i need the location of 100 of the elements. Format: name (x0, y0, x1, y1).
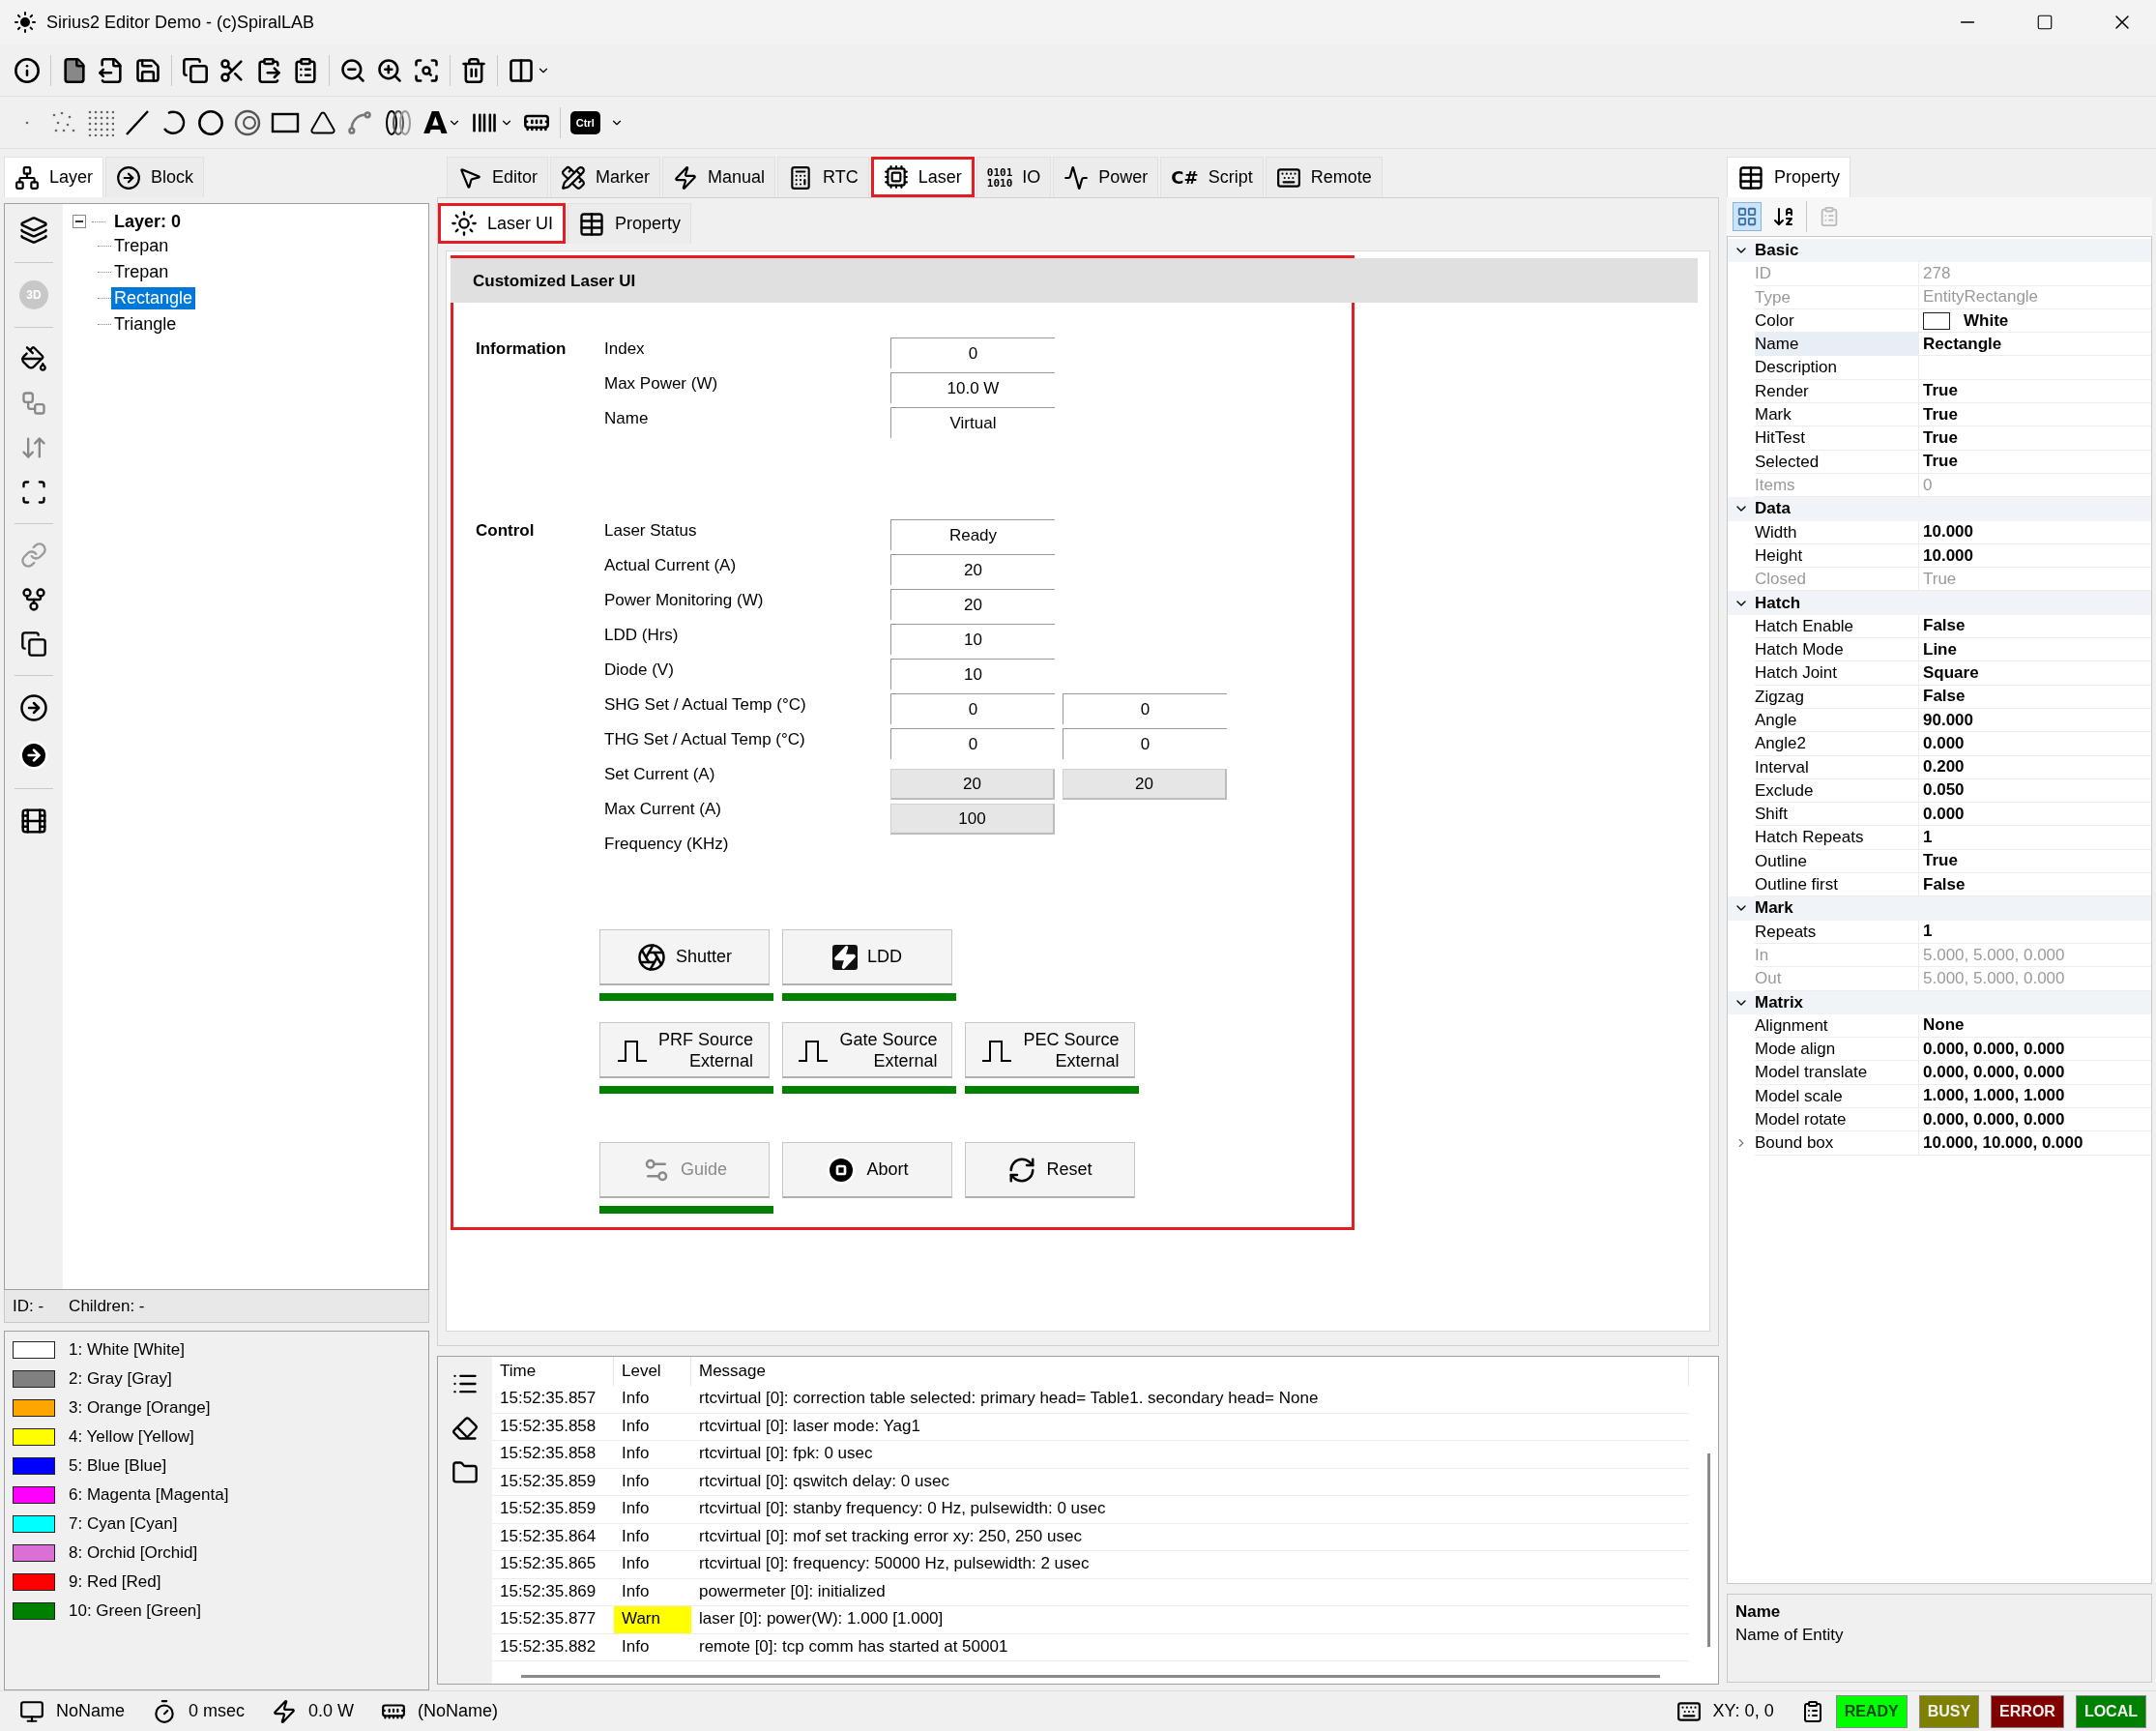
property-name[interactable]: Outline (1755, 849, 1919, 873)
tree-item[interactable]: Layer: 0 (111, 210, 185, 233)
duplicate-icon[interactable] (20, 631, 47, 658)
laser-button[interactable]: Gate Source External (782, 1022, 952, 1078)
main-tab[interactable]: Power (1053, 157, 1159, 197)
property-name[interactable]: Width (1755, 520, 1919, 544)
property-name[interactable]: Mode align (1755, 1038, 1919, 1062)
path-icon[interactable] (20, 390, 47, 417)
laser-button[interactable]: LDD (782, 929, 952, 985)
pen-label[interactable]: 5: Blue [Blue] (69, 1456, 167, 1476)
folder-icon[interactable] (452, 1459, 479, 1486)
property-value: 1 (1923, 828, 1933, 848)
property-name[interactable]: Repeats (1755, 920, 1919, 944)
ctrl-key-dropdown[interactable]: Ctrl (569, 110, 600, 134)
pen-label[interactable]: 2: Gray [Gray] (69, 1369, 172, 1389)
panel-tab[interactable]: Block (105, 157, 205, 197)
laser-button[interactable]: PEC Source External (965, 1022, 1135, 1078)
fit-frame-icon[interactable] (20, 479, 47, 506)
pen-label[interactable]: 7: Cyan [Cyan] (69, 1514, 178, 1534)
readout-field: 20 (890, 554, 1055, 585)
log-message: rtcvirtual [0]: mof set tracking error xy: 250, 250 usec (691, 1523, 1689, 1551)
setpoint-field[interactable]: 20 (890, 769, 1055, 800)
readout-field: 10.0 W (890, 372, 1055, 403)
property-name[interactable]: Hatch Enable (1755, 614, 1919, 639)
scrollbar[interactable] (521, 1675, 1660, 1678)
main-tab[interactable]: RTC (777, 157, 869, 197)
property-name[interactable]: Description (1755, 356, 1919, 380)
property-value: False (1923, 616, 1966, 636)
sub-tab[interactable]: Laser UI (438, 203, 567, 244)
tree-item[interactable]: Rectangle (111, 287, 196, 309)
property-name[interactable]: Render (1755, 379, 1919, 404)
panel-tab[interactable]: Property (1727, 157, 1851, 197)
property-name[interactable]: Selected (1755, 450, 1919, 474)
property-name[interactable]: Mark (1755, 403, 1919, 427)
main-tab[interactable]: Remote (1265, 157, 1383, 197)
property-name[interactable]: Model rotate (1755, 1108, 1919, 1132)
sub-tab[interactable]: Property (568, 203, 692, 244)
property-name[interactable]: Exclude (1755, 778, 1919, 804)
layers-icon[interactable] (19, 216, 48, 245)
pen-label[interactable]: 9: Red [Red] (69, 1572, 161, 1592)
laser-button[interactable]: Shutter (599, 929, 770, 985)
property-name[interactable]: Angle2 (1755, 732, 1919, 756)
property-value: 5.000, 5.000, 0.000 (1923, 968, 2065, 988)
field-label: Index (604, 338, 646, 360)
setpoint-field[interactable]: 20 (1063, 769, 1227, 800)
pen-label[interactable]: 3: Orange [Orange] (69, 1398, 211, 1418)
categorized-view-icon[interactable] (1733, 202, 1762, 231)
property-name[interactable]: Shift (1755, 803, 1919, 827)
eraser-icon[interactable] (452, 1415, 479, 1442)
column-header[interactable]: Time (492, 1357, 614, 1386)
block-explode-icon[interactable] (18, 740, 49, 771)
scrollbar[interactable] (1707, 1453, 1710, 1647)
property-name[interactable]: Hatch Repeats (1755, 826, 1919, 850)
block-insert-icon[interactable] (19, 693, 48, 722)
property-name[interactable]: Bound box (1755, 1131, 1919, 1156)
readout-field: Ready (890, 519, 1055, 550)
pen-label[interactable]: 8: Orchid [Orchid] (69, 1543, 198, 1563)
pen-label[interactable]: 1: White [White] (69, 1340, 185, 1360)
field-label: THG Set / Actual Temp (°C) (604, 729, 806, 750)
pen-label[interactable]: 10: Green [Green] (69, 1601, 202, 1621)
field-label: Diode (V) (604, 660, 675, 681)
laser-button[interactable]: Reset (965, 1142, 1135, 1198)
column-header[interactable]: Message (691, 1357, 1689, 1386)
property-name[interactable]: Interval (1755, 755, 1919, 779)
maximize-icon[interactable] (2036, 14, 2054, 31)
main-tab[interactable]: Laser (870, 157, 975, 197)
property-name[interactable]: Hatch Joint (1755, 661, 1919, 686)
collapse-toggle[interactable] (73, 215, 86, 228)
main-tab[interactable]: Manual (662, 157, 776, 197)
property-name[interactable]: Name (1755, 333, 1919, 357)
tree-item[interactable]: Trepan (111, 261, 172, 283)
text-tool-dropdown[interactable]: A (423, 106, 448, 138)
column-header[interactable]: Level (614, 1357, 691, 1386)
main-tab[interactable]: C# Script (1160, 157, 1264, 197)
readout-field: 0 (890, 337, 1055, 368)
panel-tab[interactable]: Layer (4, 157, 104, 197)
setpoint-field[interactable]: 100 (890, 804, 1055, 835)
tree-item[interactable]: Trepan (111, 235, 172, 257)
pen-label[interactable]: 6: Magenta [Magenta] (69, 1485, 229, 1505)
main-tab[interactable]: Marker (550, 157, 661, 197)
property-value: True (1923, 851, 1958, 871)
paint-bucket-icon[interactable] (20, 345, 47, 372)
laser-button[interactable]: Abort (782, 1142, 952, 1198)
property-name[interactable]: Model scale (1755, 1084, 1919, 1108)
property-name[interactable]: Model translate (1755, 1061, 1919, 1085)
property-name[interactable]: Alignment (1755, 1013, 1919, 1039)
tree-item[interactable]: Triangle (111, 313, 180, 336)
play-dropdown-icon[interactable] (19, 807, 48, 836)
property-name[interactable]: Angle (1755, 708, 1919, 733)
property-name[interactable]: Height (1755, 543, 1919, 569)
property-name[interactable]: Hatch Mode (1755, 638, 1919, 662)
fork-icon[interactable] (20, 586, 47, 613)
pencil-ruler-icon (561, 164, 587, 191)
readout-field: 0 (890, 693, 1055, 724)
property-name[interactable]: HitTest (1755, 426, 1919, 451)
pen-label[interactable]: 4: Yellow [Yellow] (69, 1427, 194, 1447)
main-tab[interactable]: Editor (447, 157, 549, 197)
laser-button[interactable]: PRF Source External (599, 1022, 770, 1078)
property-name[interactable]: Zigzag (1755, 685, 1919, 709)
category-heading: Basic (1755, 241, 1799, 261)
